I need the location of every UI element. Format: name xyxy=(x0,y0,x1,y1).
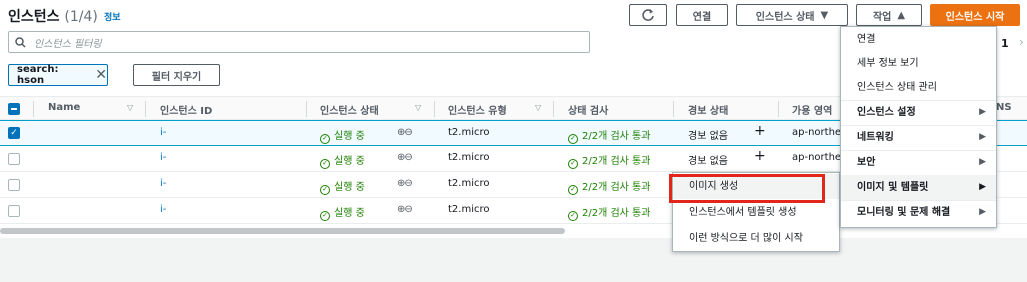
zoom-icon[interactable]: ⊕⊖ xyxy=(397,178,413,189)
filter-token: search: hson ✕ xyxy=(8,64,108,86)
actions-button[interactable]: 작업 ▲ xyxy=(856,4,922,26)
caret-down-icon: ▼ xyxy=(820,9,829,21)
close-icon[interactable]: ✕ xyxy=(95,67,107,83)
actions-menu: 연결 세부 정보 보기 인스턴스 상태 관리 인스턴스 설정 ▶ 네트워킹 ▶ 보안… xyxy=(840,26,997,228)
menu-item-instance-settings[interactable]: 인스턴스 설정 ▶ xyxy=(841,100,996,125)
instance-type: t2.micro xyxy=(448,127,490,138)
status-check: ✓ 2/2개 검사 통과 xyxy=(568,127,650,144)
check-circle-icon: ✓ xyxy=(568,185,578,195)
instance-state: ✓ 실행 중 xyxy=(320,152,365,169)
column-separator xyxy=(33,101,34,117)
row-checkbox[interactable]: ✓ xyxy=(8,127,20,139)
instance-state: ✓ 실행 중 xyxy=(320,204,365,221)
column-name[interactable]: Name xyxy=(48,102,80,113)
menu-item-manage-state[interactable]: 인스턴스 상태 관리 xyxy=(841,75,996,100)
add-alarm-icon[interactable]: + xyxy=(754,123,766,139)
caret-right-icon: ▶ xyxy=(979,182,986,192)
column-separator xyxy=(553,101,554,117)
caret-up-icon: ▲ xyxy=(897,9,906,21)
page-title: 인스턴스 (1/4) xyxy=(8,9,98,25)
column-instance-state[interactable]: 인스턴스 상태 xyxy=(320,102,379,117)
column-instance-id[interactable]: 인스턴스 ID xyxy=(160,102,212,117)
row-checkbox[interactable] xyxy=(8,179,20,191)
alarm-status: 경보 없음 xyxy=(688,156,728,167)
check-circle-icon: ✓ xyxy=(568,159,578,169)
sort-icon[interactable]: ▽ xyxy=(415,103,421,112)
launch-instances-button[interactable]: 인스턴스 시작 xyxy=(930,4,1020,26)
instance-type: t2.micro xyxy=(448,152,490,163)
column-separator xyxy=(145,101,146,117)
instance-id-link[interactable]: i- xyxy=(160,127,166,138)
column-public-dns[interactable]: NS xyxy=(996,102,1012,113)
column-separator xyxy=(778,101,779,117)
chevron-right-icon[interactable]: › xyxy=(1019,35,1024,49)
column-separator xyxy=(434,101,435,117)
sort-icon[interactable]: ▽ xyxy=(127,103,133,112)
caret-right-icon: ▶ xyxy=(979,157,986,167)
instance-type: t2.micro xyxy=(448,204,490,215)
alarm-status: 경보 없음 xyxy=(688,131,728,142)
check-circle-icon: ✓ xyxy=(568,211,578,221)
column-instance-type[interactable]: 인스턴스 유형 xyxy=(448,102,507,117)
instance-type: t2.micro xyxy=(448,178,490,189)
instance-count: (1/4) xyxy=(64,9,98,25)
instance-state: ✓ 실행 중 xyxy=(320,127,365,144)
refresh-button[interactable] xyxy=(629,4,667,26)
column-separator xyxy=(306,101,307,117)
check-circle-icon: ✓ xyxy=(320,185,330,195)
check-circle-icon: ✓ xyxy=(320,134,330,144)
menu-item-images-templates[interactable]: 이미지 및 템플릿 ▶ xyxy=(841,175,996,200)
row-checkbox[interactable] xyxy=(8,153,20,165)
status-check: ✓ 2/2개 검사 통과 xyxy=(568,178,650,195)
caret-right-icon: ▶ xyxy=(979,107,986,117)
zoom-icon[interactable]: ⊕⊖ xyxy=(397,204,413,215)
check-circle-icon: ✓ xyxy=(320,159,330,169)
check-circle-icon: ✓ xyxy=(568,134,578,144)
availability-zone: ap-northe xyxy=(792,127,842,138)
highlight-box xyxy=(669,174,825,203)
instance-state: ✓ 실행 중 xyxy=(320,178,365,195)
page-number[interactable]: 1 xyxy=(1001,37,1009,50)
check-circle-icon: ✓ xyxy=(320,211,330,221)
status-check: ✓ 2/2개 검사 통과 xyxy=(568,152,650,169)
horizontal-scrollbar[interactable] xyxy=(0,228,565,234)
clear-filters-button[interactable]: 필터 지우기 xyxy=(133,64,220,86)
zoom-icon[interactable]: ⊕⊖ xyxy=(397,152,413,163)
column-separator xyxy=(673,101,674,117)
instance-id-link[interactable]: i- xyxy=(160,152,166,163)
connect-button[interactable]: 연결 xyxy=(676,4,728,26)
launch-more-like-this-item[interactable]: 이런 방식으로 더 많이 시작 xyxy=(673,226,839,251)
sort-icon[interactable]: ▽ xyxy=(535,103,541,112)
menu-item-networking[interactable]: 네트워킹 ▶ xyxy=(841,125,996,150)
column-alarm-status[interactable]: 경보 상태 xyxy=(688,102,728,117)
instance-id-link[interactable]: i- xyxy=(160,204,166,215)
menu-item-connect[interactable]: 연결 xyxy=(841,27,996,52)
menu-item-monitor-troubleshoot[interactable]: 모니터링 및 문제 해결 ▶ xyxy=(841,200,996,225)
instance-filter-input[interactable]: 인스턴스 필터링 xyxy=(8,31,590,53)
column-status-check[interactable]: 상태 검사 xyxy=(568,102,608,117)
zoom-icon[interactable]: ⊕⊖ xyxy=(397,127,413,138)
create-template-item[interactable]: 인스턴스에서 템플릿 생성 xyxy=(673,200,839,225)
column-availability-zone[interactable]: 가용 영역 xyxy=(792,102,832,117)
status-check: ✓ 2/2개 검사 통과 xyxy=(568,204,650,221)
caret-right-icon: ▶ xyxy=(979,207,986,217)
refresh-icon xyxy=(642,9,654,21)
menu-item-security[interactable]: 보안 ▶ xyxy=(841,150,996,175)
info-link[interactable]: 정보 xyxy=(104,10,121,23)
search-icon xyxy=(15,36,26,48)
add-alarm-icon[interactable]: + xyxy=(754,148,766,164)
instance-state-button[interactable]: 인스턴스 상태 ▼ xyxy=(736,4,848,26)
caret-right-icon: ▶ xyxy=(979,132,986,142)
instance-id-link[interactable]: i- xyxy=(160,178,166,189)
menu-item-view-details[interactable]: 세부 정보 보기 xyxy=(841,51,996,76)
availability-zone: ap-northe xyxy=(792,152,842,163)
select-all-checkbox[interactable] xyxy=(8,103,20,115)
row-checkbox[interactable] xyxy=(8,205,20,217)
